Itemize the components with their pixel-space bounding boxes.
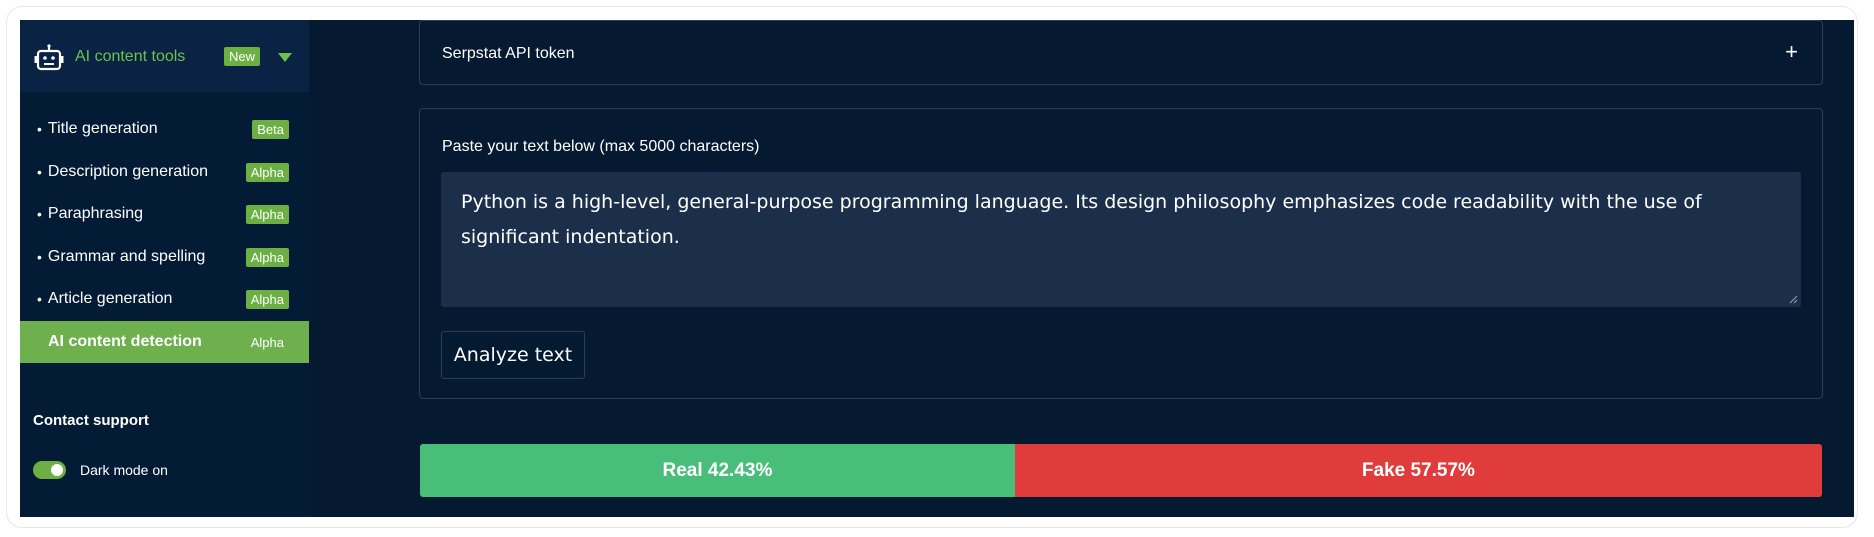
plus-icon[interactable]: + <box>1785 39 1798 65</box>
sidebar-nav: • Title generation Beta • Description ge… <box>20 108 309 363</box>
status-badge: Alpha <box>245 290 289 309</box>
real-percentage-segment: Real 42.43% <box>420 444 1015 497</box>
app-container: AI content tools New • Title generation … <box>20 20 1854 517</box>
new-badge: New <box>224 47 261 66</box>
bullet-icon: • <box>37 121 42 138</box>
sidebar-item-article-generation[interactable]: • Article generation Alpha <box>20 278 309 321</box>
detection-result-bar: Real 42.43% Fake 57.57% <box>420 444 1822 497</box>
status-badge: Alpha <box>250 334 284 350</box>
bullet-icon: • <box>37 291 42 308</box>
dark-mode-label: Dark mode on <box>80 462 168 478</box>
sidebar-title: AI content tools <box>75 48 186 65</box>
sidebar: AI content tools New • Title generation … <box>20 20 309 517</box>
contact-support-link[interactable]: Contact support <box>33 412 149 429</box>
sidebar-item-label: Title generation <box>47 120 158 138</box>
sidebar-item-label: Description generation <box>47 162 208 180</box>
analyze-text-button[interactable]: Analyze text <box>441 331 585 379</box>
bullet-icon: • <box>37 206 42 223</box>
toggle-knob <box>51 464 63 476</box>
sidebar-item-title-generation[interactable]: • Title generation Beta <box>20 108 309 151</box>
api-token-panel[interactable]: Serpstat API token + <box>419 20 1823 85</box>
sidebar-item-grammar-and-spelling[interactable]: • Grammar and spelling Alpha <box>20 236 309 279</box>
sidebar-item-paraphrasing[interactable]: • Paraphrasing Alpha <box>20 193 309 236</box>
caret-down-icon[interactable] <box>278 53 292 62</box>
bullet-icon: • <box>37 248 42 265</box>
sidebar-item-ai-content-detection[interactable]: AI content detection Alpha <box>20 320 309 363</box>
text-input-label: Paste your text below (max 5000 characte… <box>442 138 760 155</box>
sidebar-item-description-generation[interactable]: • Description generation Alpha <box>20 151 309 194</box>
sidebar-item-label: Grammar and spelling <box>47 247 206 265</box>
status-badge: Alpha <box>245 205 289 224</box>
robot-icon <box>34 44 64 71</box>
sidebar-item-label: Paraphrasing <box>47 205 144 223</box>
status-badge: Beta <box>252 120 289 139</box>
text-input-panel: Paste your text below (max 5000 characte… <box>419 108 1823 399</box>
status-badge: Alpha <box>245 162 289 182</box>
resize-handle-icon[interactable] <box>1789 295 1798 304</box>
api-token-label: Serpstat API token <box>442 45 575 62</box>
status-badge: Alpha <box>245 247 289 267</box>
fake-percentage-segment: Fake 57.57% <box>1014 444 1822 497</box>
sidebar-item-label: Article generation <box>47 290 173 308</box>
dark-mode-toggle[interactable] <box>33 461 66 479</box>
sidebar-item-label: AI content detection <box>48 332 202 350</box>
bullet-icon: • <box>37 163 42 180</box>
sidebar-header[interactable]: AI content tools New <box>20 20 309 92</box>
text-input-field[interactable]: Python is a high-level, general-purpose … <box>441 172 1801 307</box>
